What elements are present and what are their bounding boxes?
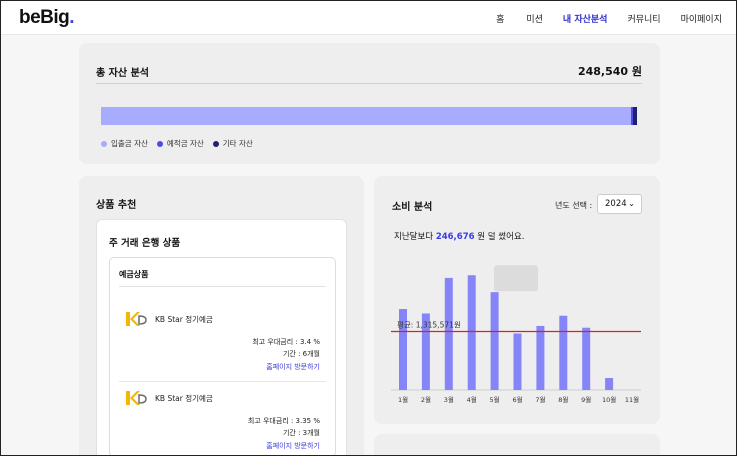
bar-5[interactable] xyxy=(490,292,499,390)
recommendation-title: 상품 추천 xyxy=(96,200,137,211)
asset-composition-bar xyxy=(101,107,637,125)
main-bank-title: 주 거래 은행 상품 xyxy=(109,238,181,249)
kb-logo-icon xyxy=(126,312,147,326)
nav-home[interactable]: 홈 xyxy=(496,12,504,25)
product-rate: 최고 우대금리 : 3.4 % xyxy=(252,338,320,346)
spending-analysis-card: 소비 분석 년도 선택 : 2024 ⌄ 지난달보다 246,676 원 덜 썼… xyxy=(374,176,660,424)
nav-mypage[interactable]: 마이페이지 xyxy=(681,12,722,25)
legend-dot xyxy=(212,140,219,147)
x-tick-label: 3월 xyxy=(444,395,454,404)
kb-logo-icon xyxy=(126,391,147,405)
asset-legend: 입출금 자산 예적금 자산 기타 자산 xyxy=(101,138,262,149)
legend-dot xyxy=(156,140,163,147)
nav-community[interactable]: 커뮤니티 xyxy=(627,12,660,25)
bar-7[interactable] xyxy=(536,325,545,390)
legend-label: 예적금 자산 xyxy=(166,139,204,148)
total-asset-title: 총 자산 분석 xyxy=(96,68,149,79)
summary-suffix: 원 덜 썼어요. xyxy=(477,232,525,242)
next-section-card xyxy=(374,434,660,455)
product-rate: 최고 우대금리 : 3.35 % xyxy=(247,417,320,425)
year-select-value: 2024 xyxy=(605,199,627,209)
chevron-down-icon: ⌄ xyxy=(628,199,635,208)
product-recommendation-card: 상품 추천 주 거래 은행 상품 예금상품 KB Star 정기예금 최고 우대… xyxy=(79,176,364,455)
product-name: KB Star 정기예금 xyxy=(155,394,213,403)
legend-item-savings: 예적금 자산 xyxy=(156,138,204,149)
x-tick-label: 5월 xyxy=(490,395,500,404)
bar-9[interactable] xyxy=(582,327,591,390)
summary-amount: 246,676 xyxy=(435,232,475,242)
nav-mission[interactable]: 미션 xyxy=(526,12,543,25)
bar-4[interactable] xyxy=(467,275,476,390)
spending-title: 소비 분석 xyxy=(392,202,433,213)
product-name: KB Star 정기예금 xyxy=(155,315,213,324)
deposit-title: 예금상품 xyxy=(119,270,149,279)
divider xyxy=(96,83,642,84)
deposit-products-box: 예금상품 KB Star 정기예금 최고 우대금리 : 3.4 % 기간 : 6… xyxy=(109,257,336,455)
top-navigation-bar: beBig. 홈 미션 내 자산분석 커뮤니티 마이페이지 xyxy=(1,1,736,35)
visit-homepage-link[interactable]: 홈페이지 방문하기 xyxy=(266,441,320,451)
bar-3[interactable] xyxy=(444,277,453,390)
logo-text: beBig xyxy=(19,7,70,28)
bar-8[interactable] xyxy=(559,315,568,390)
tooltip-box xyxy=(494,265,538,292)
visit-homepage-link[interactable]: 홈페이지 방문하기 xyxy=(266,362,320,372)
legend-label: 입출금 자산 xyxy=(111,139,148,148)
divider xyxy=(119,286,326,287)
main-nav: 홈 미션 내 자산분석 커뮤니티 마이페이지 xyxy=(496,12,722,25)
year-select-label: 년도 선택 : xyxy=(555,201,593,210)
x-tick-label: 1월 xyxy=(398,395,408,404)
product-item: KB Star 정기예금 최고 우대금리 : 3.35 % 기간 : 3개월 홈… xyxy=(124,389,320,455)
x-tick-label: 4월 xyxy=(467,395,477,404)
divider xyxy=(119,381,326,382)
legend-label: 기타 자산 xyxy=(222,139,253,148)
logo[interactable]: beBig. xyxy=(19,7,75,29)
spending-summary: 지난달보다 246,676 원 덜 썼어요. xyxy=(394,230,524,242)
legend-item-checking: 입출금 자산 xyxy=(101,138,148,149)
average-label: 평균: 1,315,571원 xyxy=(397,319,461,329)
app-frame: beBig. 홈 미션 내 자산분석 커뮤니티 마이페이지 총 자산 분석 24… xyxy=(0,0,737,456)
x-tick-label: 9월 xyxy=(581,395,591,404)
product-term: 기간 : 6개월 xyxy=(282,350,320,358)
summary-prefix: 지난달보다 xyxy=(394,232,434,242)
product-item: KB Star 정기예금 최고 우대금리 : 3.4 % 기간 : 6개월 홈페… xyxy=(124,310,320,376)
product-term: 기간 : 3개월 xyxy=(282,429,320,437)
total-asset-card: 총 자산 분석 248,540 원 입출금 자산 예적금 자산 기타 자산 xyxy=(79,43,660,164)
monthly-spending-chart: 1월 2월 3월 4월 5월 6월 7월 8월 9월 10월 11월 평균: 1,315,571원 xyxy=(391,265,641,404)
main-bank-products-panel: 주 거래 은행 상품 예금상품 KB Star 정기예금 최고 우대금리 : 3… xyxy=(96,219,347,455)
x-tick-label: 6월 xyxy=(512,395,522,404)
other-asset-segment xyxy=(633,107,637,125)
year-select[interactable]: 2024 ⌄ xyxy=(597,194,642,214)
legend-dot xyxy=(101,140,107,147)
nav-asset-analysis[interactable]: 내 자산분석 xyxy=(563,12,608,25)
bar-6[interactable] xyxy=(513,333,522,390)
x-tick-label: 11월 xyxy=(625,395,639,404)
x-tick-label: 2월 xyxy=(421,395,431,404)
legend-item-other: 기타 자산 xyxy=(212,138,253,149)
total-asset-amount: 248,540 원 xyxy=(577,65,642,78)
logo-dot: . xyxy=(69,7,75,28)
x-tick-label: 8월 xyxy=(558,395,568,404)
bar-10[interactable] xyxy=(605,377,614,390)
x-tick-label: 7월 xyxy=(535,395,545,404)
x-tick-label: 10월 xyxy=(602,395,616,404)
